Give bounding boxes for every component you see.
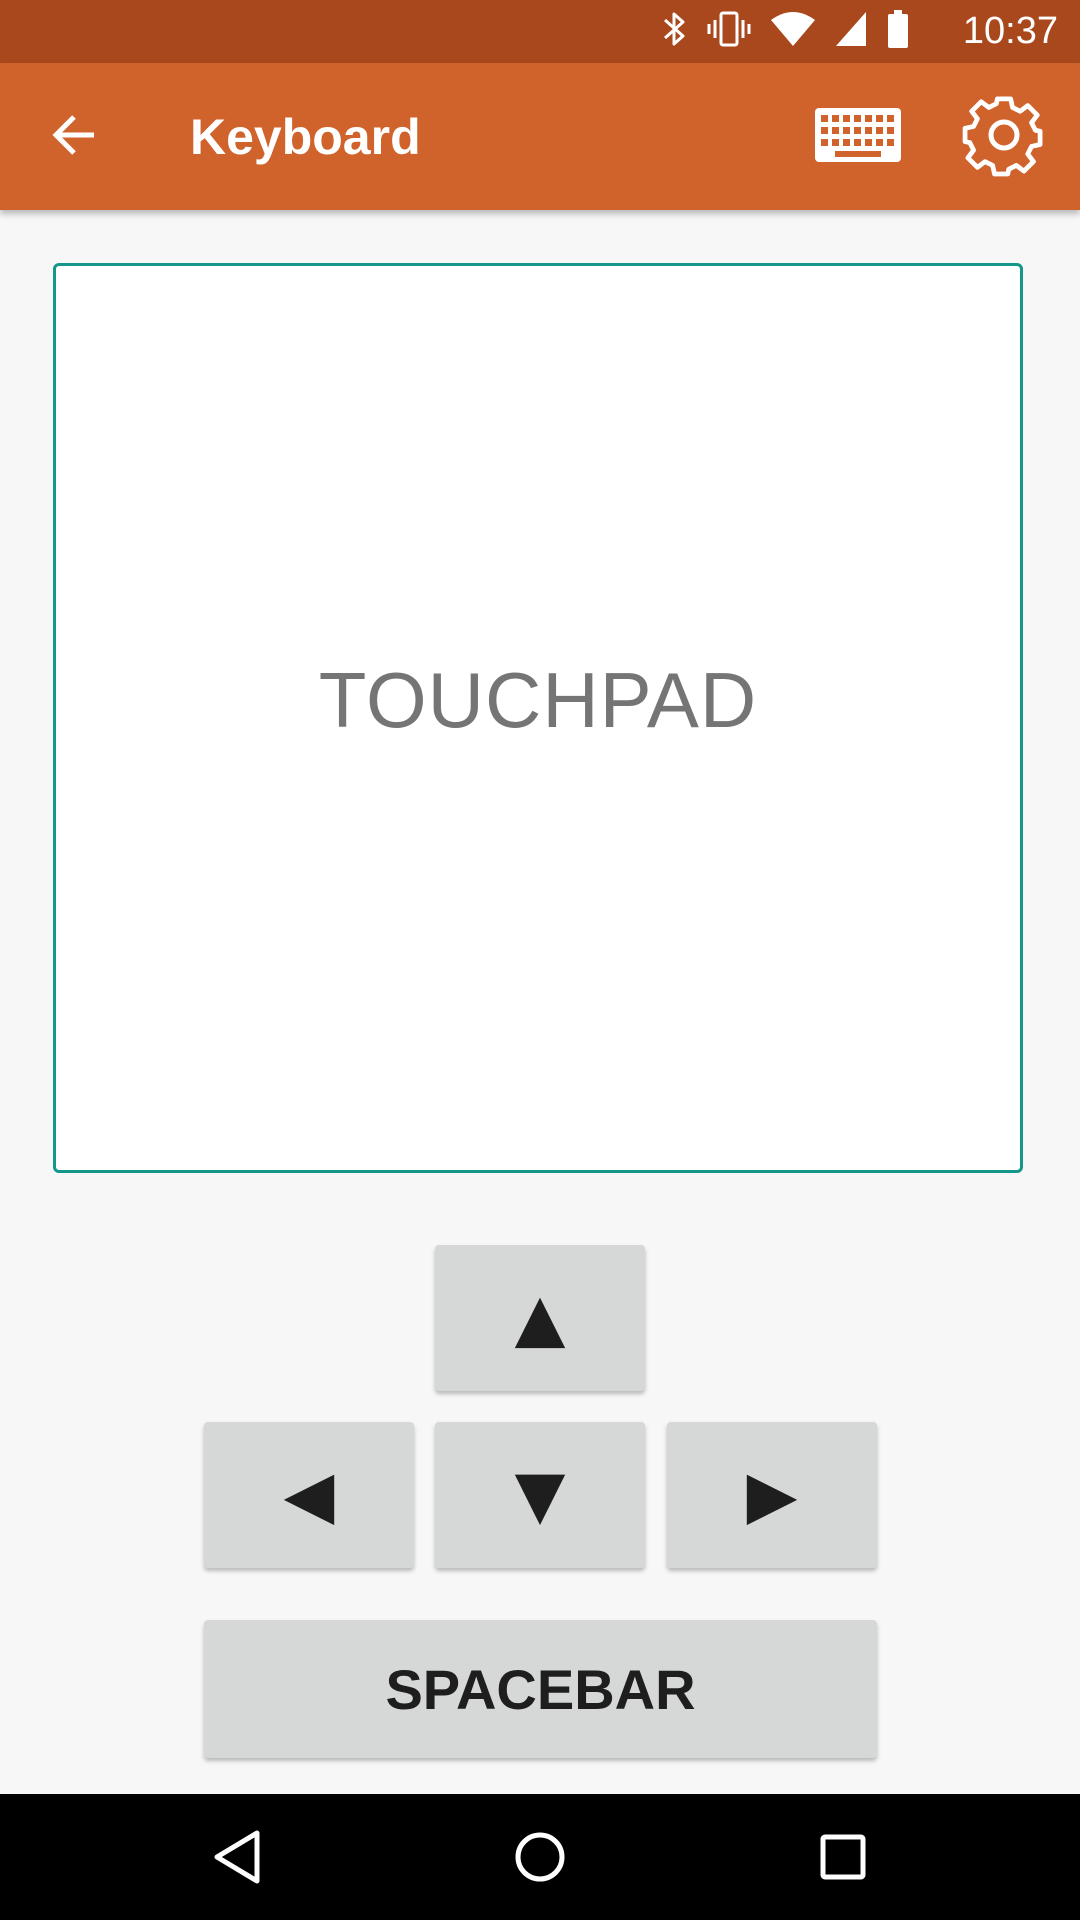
settings-button[interactable]: [956, 89, 1052, 185]
back-arrow-icon: [50, 111, 98, 164]
nav-back-button[interactable]: [192, 1814, 282, 1904]
arrow-right-button[interactable]: ▶: [667, 1422, 877, 1568]
touchpad-label: TOUCHPAD: [318, 655, 758, 744]
status-bar: 10:37: [0, 0, 1080, 63]
settings-gear-icon: [961, 92, 1047, 183]
arrow-left-icon: ◀: [283, 1456, 335, 1533]
arrow-down-icon: ▼: [514, 1456, 566, 1533]
wifi-icon: [770, 10, 816, 53]
spacebar-button[interactable]: SPACEBAR: [204, 1620, 877, 1758]
nav-back-icon: [211, 1829, 263, 1890]
arrow-up-icon: ▲: [514, 1279, 566, 1356]
nav-recents-icon: [819, 1833, 867, 1886]
bluetooth-icon: [662, 9, 688, 54]
nav-home-icon: [513, 1830, 567, 1889]
keyboard-button[interactable]: [806, 99, 910, 175]
touchpad-area[interactable]: TOUCHPAD: [53, 263, 1023, 1173]
status-icons: [662, 0, 910, 63]
page-title: Keyboard: [190, 108, 421, 165]
status-time: 10:37: [962, 10, 1058, 52]
vibrate-icon: [706, 9, 752, 54]
system-nav-bar: [0, 1794, 1080, 1920]
nav-home-button[interactable]: [495, 1814, 585, 1904]
nav-recents-button[interactable]: [798, 1814, 888, 1904]
battery-icon: [886, 9, 910, 54]
arrow-down-button[interactable]: ▼: [435, 1422, 645, 1568]
back-button[interactable]: [30, 93, 118, 181]
keyboard-icon: [815, 107, 901, 167]
arrow-left-button[interactable]: ◀: [204, 1422, 414, 1568]
arrow-up-button[interactable]: ▲: [435, 1245, 645, 1391]
cell-signal-icon: [834, 10, 868, 53]
arrow-right-icon: ▶: [746, 1456, 798, 1533]
app-bar: Keyboard: [0, 63, 1080, 210]
spacebar-label: SPACEBAR: [385, 1657, 696, 1721]
